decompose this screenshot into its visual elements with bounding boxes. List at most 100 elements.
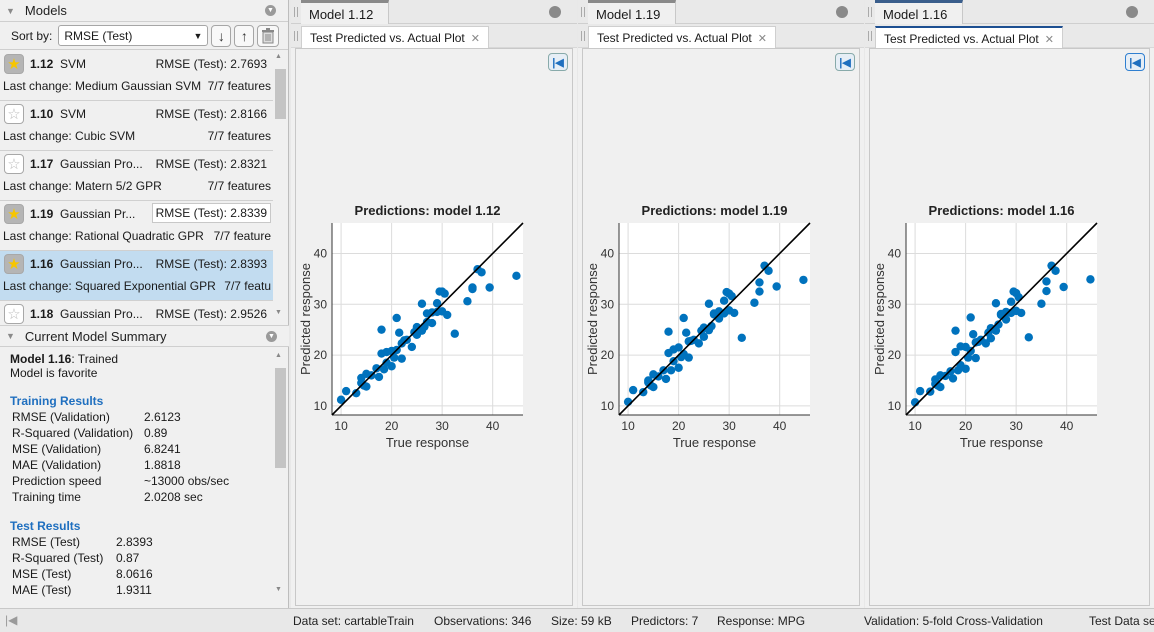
model-features: 7/7 feature [213,229,271,243]
document-tab-row: Model 1.19 [578,0,864,24]
sort-descending-button[interactable]: ↓ [211,24,232,47]
metric-row: Prediction speed ~13000 obs/sec [10,473,279,489]
metric-value: ~13000 obs/sec [144,474,230,488]
close-icon[interactable]: ✕ [1045,34,1054,46]
plot-tab[interactable]: Test Predicted vs. Actual Plot ✕ [875,26,1063,48]
plot-content: |◀ 10 20 30 40 10 20 30 40 Predictions: model 1.… [869,48,1150,606]
sort-select-value: RMSE (Test) [64,28,133,43]
y-axis-label: Predicted response [585,263,600,375]
trash-icon [262,27,275,43]
scrollbar-thumb[interactable] [275,368,286,468]
collapse-triangle-icon[interactable]: ▼ [6,331,15,341]
metric-row: MAE (Test) 1.9311 [10,582,279,598]
model-type: Gaussian Pro... [60,307,143,321]
data-point [639,387,648,397]
close-icon[interactable]: ✕ [471,33,480,45]
model-list-item[interactable]: ★ 1.16 Gaussian Pro... RMSE (Test): 2.83… [0,251,273,301]
models-panel-title: Models [24,3,67,18]
model-list-item[interactable]: ★ 1.12 SVM RMSE (Test): 2.7693 Last chan… [0,51,273,101]
metric-row: MAE (Validation) 1.8818 [10,457,279,473]
collapse-panel-icon[interactable]: |◀ [5,613,17,627]
scroll-down-icon[interactable]: ▼ [275,586,282,593]
panel-options-icon[interactable]: ▼ [265,5,276,16]
drag-grip-icon[interactable] [294,7,298,17]
sort-ascending-button[interactable]: ↑ [234,24,255,47]
data-point [374,372,384,382]
plot-tab[interactable]: Test Predicted vs. Actual Plot ✕ [588,26,776,48]
collapse-triangle-icon[interactable]: ▼ [6,6,15,16]
model-list-item[interactable]: ☆ 1.17 Gaussian Pro... RMSE (Test): 2.83… [0,151,273,201]
x-tick-label: 20 [959,419,973,433]
model-tab[interactable]: Model 1.12 [301,0,389,24]
model-document: Model 1.12 Test Predicted vs. Actual Plo… [291,0,577,608]
metric-value: 0.89 [144,426,168,440]
drag-grip-icon[interactable] [868,31,872,41]
status-validation: Validation: 5-fold Cross-Validation [864,614,1043,628]
summary-scrollbar[interactable]: ▲ ▼ [274,350,287,596]
model-list-item[interactable]: ★ 1.19 Gaussian Pr... RMSE (Test): 2.833… [0,201,273,251]
scroll-up-icon[interactable]: ▲ [275,352,282,359]
favorite-star-icon[interactable]: ★ [4,204,24,224]
metric-value: 2.6123 [144,410,181,424]
arrow-down-icon: ↓ [217,27,225,44]
dock-panel-button[interactable]: |◀ [1125,53,1145,71]
model-tab[interactable]: Model 1.16 [875,0,963,24]
data-point [407,342,417,352]
plot-tab[interactable]: Test Predicted vs. Actual Plot ✕ [301,26,489,48]
model-tab[interactable]: Model 1.19 [588,0,676,24]
drag-grip-icon[interactable] [581,31,585,41]
plot-tab-label: Test Predicted vs. Actual Plot [310,31,465,45]
plot-tab-row: Test Predicted vs. Actual Plot ✕ [578,24,864,48]
scatter-chart: 10 20 30 40 10 20 30 40 Predictions: model 1.12 T… [298,203,524,450]
models-list-scrollbar[interactable]: ▲ ▼ [274,51,287,324]
favorite-star-icon[interactable]: ★ [4,254,24,274]
scrollbar-thumb[interactable] [275,69,286,119]
scroll-up-icon[interactable]: ▲ [275,53,282,60]
data-point [674,343,683,352]
x-tick-label: 10 [334,419,348,433]
plot-content: |◀ 10 20 30 40 10 20 30 40 Predictions: model 1.… [582,48,860,606]
model-features: 7/7 features [207,179,271,193]
document-options-icon[interactable] [549,6,561,18]
data-point [395,328,404,337]
delete-model-button[interactable] [257,24,280,47]
drag-grip-icon[interactable] [868,7,872,17]
dock-panel-button[interactable]: |◀ [835,53,855,71]
drag-grip-icon[interactable] [581,7,585,17]
data-point [961,364,970,373]
panel-options-icon[interactable]: ▼ [266,331,277,342]
document-options-icon[interactable] [836,6,848,18]
model-tab-label: Model 1.16 [883,7,948,22]
y-tick-label: 20 [314,348,328,362]
x-tick-label: 40 [773,419,787,433]
favorite-star-icon[interactable]: ☆ [4,104,24,124]
dock-panel-button[interactable]: |◀ [548,53,568,71]
data-point [674,363,683,372]
left-bottom-bar: |◀ [0,608,289,632]
model-list-item[interactable]: ☆ 1.10 SVM RMSE (Test): 2.8166 Last chan… [0,101,273,151]
favorite-star-icon[interactable]: ☆ [4,154,24,174]
model-document: Model 1.19 Test Predicted vs. Actual Plo… [578,0,864,608]
model-list-item[interactable]: ☆ 1.18 Gaussian Pro... RMSE (Test): 2.95… [0,301,273,324]
y-tick-label: 20 [888,348,902,362]
drag-grip-icon[interactable] [294,31,298,41]
metric-value: 2.8393 [116,535,153,549]
favorite-star-icon[interactable]: ★ [4,54,24,74]
data-point [772,282,781,291]
summary-panel-header[interactable]: ▼ Current Model Summary ▼ [0,325,289,347]
favorite-star-icon[interactable]: ☆ [4,304,24,324]
data-point [387,362,396,371]
sort-select[interactable]: RMSE (Test) ▼ [58,25,209,46]
models-panel-header[interactable]: ▼ Models ▼ [0,0,288,22]
document-options-icon[interactable] [1126,6,1138,18]
metric-name: RMSE (Test) [12,535,81,549]
close-icon[interactable]: ✕ [758,33,767,45]
metric-row: R-Squared (Validation) 0.89 [10,425,279,441]
data-point [628,385,638,395]
models-list[interactable]: ★ 1.12 SVM RMSE (Test): 2.7693 Last chan… [0,51,289,324]
metric-value: 8.0616 [116,567,153,581]
metric-value: 6.8241 [144,442,181,456]
scroll-down-icon[interactable]: ▼ [275,309,282,316]
y-axis-label: Predicted response [298,263,313,375]
x-axis-label: True response [673,435,756,450]
